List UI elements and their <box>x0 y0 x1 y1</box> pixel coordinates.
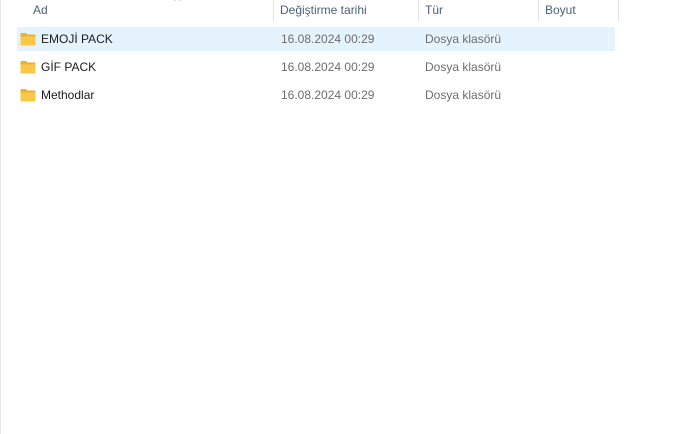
column-header-type[interactable]: Tür <box>419 0 539 22</box>
sort-caret-icon: ︿ <box>174 0 182 2</box>
column-header-size[interactable]: Boyut <box>539 0 619 22</box>
column-header-name[interactable]: Ad ︿ <box>27 0 274 22</box>
file-type: Dosya klasörü <box>425 32 502 46</box>
column-header-date-label: Değiştirme tarihi <box>280 3 367 17</box>
folder-icon <box>20 61 36 74</box>
file-date: 16.08.2024 00:29 <box>281 88 375 102</box>
file-date: 16.08.2024 00:29 <box>281 32 375 46</box>
file-date: 16.08.2024 00:29 <box>281 60 375 74</box>
file-row[interactable]: Methodlar 16.08.2024 00:29 Dosya klasörü <box>17 83 615 107</box>
column-header-size-label: Boyut <box>545 3 576 17</box>
file-name: Methodlar <box>41 88 95 102</box>
file-type: Dosya klasörü <box>425 88 502 102</box>
column-header-row: Ad ︿ Değiştirme tarihi Tür Boyut <box>1 0 694 22</box>
file-list-pane: Ad ︿ Değiştirme tarihi Tür Boyut EMOJİ P… <box>0 0 694 434</box>
file-row[interactable]: EMOJİ PACK 16.08.2024 00:29 Dosya klasör… <box>17 27 615 51</box>
file-name: EMOJİ PACK <box>41 32 113 46</box>
column-header-date[interactable]: Değiştirme tarihi <box>274 0 419 22</box>
column-header-name-label: Ad <box>33 3 48 17</box>
file-type: Dosya klasörü <box>425 60 502 74</box>
folder-icon <box>20 33 36 46</box>
column-header-type-label: Tür <box>425 3 443 17</box>
file-row[interactable]: GİF PACK 16.08.2024 00:29 Dosya klasörü <box>17 55 615 79</box>
file-name: GİF PACK <box>41 60 97 74</box>
folder-icon <box>20 89 36 102</box>
